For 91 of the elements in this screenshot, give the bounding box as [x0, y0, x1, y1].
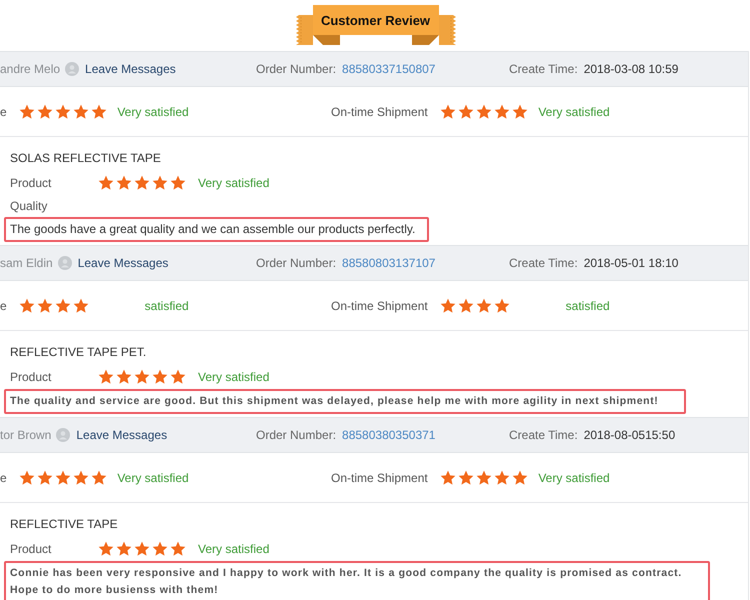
star-icon — [152, 174, 168, 190]
star-icon — [18, 470, 35, 486]
ribbon-fold-drawing — [312, 35, 340, 45]
star-icon — [54, 104, 71, 120]
create-time: 2018-03-08 10:59 — [584, 62, 678, 76]
create-time-label: Create Time: — [509, 62, 578, 76]
rating-verdict: Very satisfied — [537, 104, 610, 118]
product-rating-label: Product — [10, 542, 52, 556]
star-icon — [98, 174, 114, 190]
order-number-label: Order Number: — [256, 428, 336, 442]
star-icon — [90, 470, 107, 486]
create-time: 2018-08-0515:50 — [584, 428, 676, 442]
star-icon — [512, 470, 528, 486]
buyer-name: andre Melo — [0, 62, 60, 76]
rating-label: e — [0, 298, 7, 312]
star-icon — [476, 104, 492, 120]
star-icon — [440, 104, 456, 120]
leave-messages-link[interactable]: Leave Messages — [85, 62, 176, 76]
star-icon — [18, 104, 35, 120]
star-icon — [36, 298, 53, 314]
ribbon-end-drawing — [296, 15, 312, 45]
star-icon — [98, 540, 114, 556]
star-icon — [440, 470, 456, 486]
rating-verdict: Very satisfied — [198, 176, 270, 190]
leave-messages-link[interactable]: Leave Messages — [76, 428, 168, 442]
product-rating-label: Quality — [10, 199, 48, 213]
rating-label: e — [0, 104, 7, 118]
star-icon — [18, 298, 35, 314]
buyer-name: tor Brown — [0, 428, 52, 442]
star-icon — [116, 540, 132, 556]
rating-verdict: Very satisfied — [116, 104, 189, 118]
rating-verdict: satisfied — [144, 298, 189, 312]
star-icon — [134, 174, 150, 190]
star-icon — [90, 104, 107, 120]
rating-verdict: Very satisfied — [116, 470, 189, 484]
create-time-label: Create Time: — [509, 256, 578, 270]
star-icon — [134, 368, 150, 384]
create-time-label: Create Time: — [509, 428, 578, 442]
star-icon — [458, 298, 474, 314]
star-icon — [494, 104, 510, 120]
rating-verdict: Very satisfied — [198, 370, 270, 384]
ribbon-fold-drawing — [412, 35, 438, 45]
star-icon — [116, 174, 132, 190]
star-icon — [72, 298, 89, 314]
star-icon — [170, 174, 186, 190]
star-icon — [36, 470, 53, 486]
star-icon — [458, 104, 474, 120]
avatar-icon — [58, 256, 72, 270]
create-time: 2018-05-01 18:10 — [584, 256, 678, 270]
star-icon — [98, 368, 114, 384]
star-icon — [72, 104, 89, 120]
order-number-label: Order Number: — [256, 256, 336, 270]
product-name: REFLECTIVE TAPE PET. — [10, 344, 148, 361]
rating-label: On-time Shipment — [331, 104, 428, 118]
review-comment: The quality and service are good. But this shipment was delayed, please help me with more agility in next shipment! — [4, 389, 686, 414]
rating-label: e — [0, 470, 7, 484]
product-name: SOLAS REFLECTIVE TAPE — [10, 150, 162, 167]
star-icon — [458, 470, 474, 486]
product-rating-label: Product — [10, 370, 52, 384]
star-icon — [54, 298, 71, 314]
review-comment: Connie has been very responsive and I happy to work with her. It is a good company the quality is promised as contract. Hope to do more busienss with them! — [4, 561, 710, 600]
order-number-label: Order Number: — [256, 62, 336, 76]
star-icon — [512, 104, 528, 120]
avatar-icon — [65, 62, 80, 76]
star-icon — [54, 470, 71, 486]
product-rating-label: Product — [10, 176, 52, 190]
star-icon — [476, 298, 492, 314]
rating-label: On-time Shipment — [331, 298, 428, 312]
rating-verdict: Very satisfied — [537, 470, 610, 484]
review-comment: The goods have a great quality and we can assemble our products perfectly. — [4, 217, 430, 242]
star-icon — [494, 298, 510, 314]
star-icon — [476, 470, 492, 486]
star-icon — [72, 470, 89, 486]
buyer-name: sam Eldin — [0, 256, 53, 270]
ribbon-end-drawing — [438, 15, 456, 45]
star-icon — [152, 368, 168, 384]
rating-label: On-time Shipment — [331, 470, 428, 484]
star-icon — [116, 368, 132, 384]
star-icon — [36, 104, 53, 120]
star-icon — [170, 368, 186, 384]
banner-title: Customer Review — [312, 5, 438, 35]
star-icon — [134, 540, 150, 556]
star-icon — [494, 470, 510, 486]
avatar-icon — [56, 428, 70, 442]
leave-messages-link[interactable]: Leave Messages — [78, 256, 168, 270]
rating-verdict: satisfied — [564, 298, 610, 312]
star-icon — [440, 298, 456, 314]
rating-verdict: Very satisfied — [198, 542, 270, 556]
star-icon — [170, 540, 186, 556]
product-name: REFLECTIVE TAPE — [10, 516, 119, 533]
star-icon — [152, 540, 168, 556]
